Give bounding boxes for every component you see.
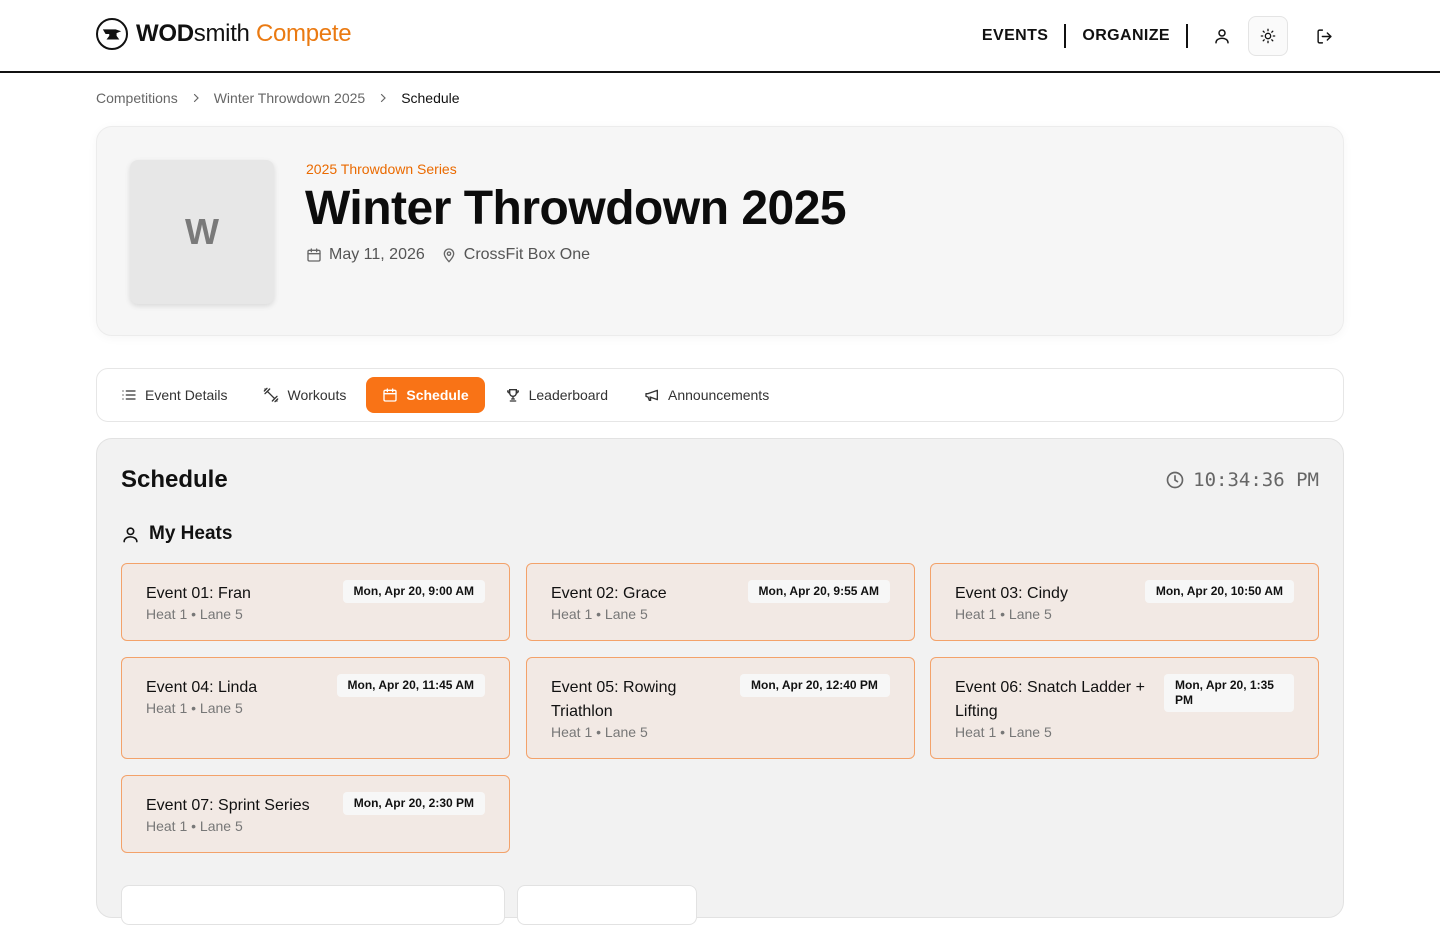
clock-text: 10:34:36 PM	[1193, 469, 1319, 491]
heat-time-badge: Mon, Apr 20, 9:55 AM	[747, 580, 890, 603]
tab-label: Event Details	[145, 387, 228, 403]
heat-lane-info: Heat 1 • Lane 5	[146, 700, 243, 716]
tab-workouts[interactable]: Workouts	[247, 377, 362, 413]
event-filter-select[interactable]	[517, 885, 697, 925]
breadcrumb: Competitions Winter Throwdown 2025 Sched…	[96, 90, 460, 106]
list-icon	[122, 390, 136, 400]
heat-time-badge: Mon, Apr 20, 9:00 AM	[342, 580, 485, 603]
chevron-right-icon	[381, 93, 387, 103]
tab-leaderboard[interactable]: Leaderboard	[489, 377, 624, 413]
breadcrumb-competitions[interactable]: Competitions	[96, 90, 178, 106]
tab-label: Schedule	[406, 387, 469, 403]
heat-card[interactable]: Event 07: Sprint Series Heat 1 • Lane 5 …	[121, 775, 510, 853]
heat-event-name: Event 07: Sprint Series	[146, 797, 310, 814]
heat-lane-info: Heat 1 • Lane 5	[146, 818, 243, 834]
tab-label: Announcements	[668, 387, 770, 403]
heat-time-badge: Mon, Apr 20, 11:45 AM	[336, 674, 485, 697]
chevron-right-icon	[193, 93, 199, 103]
tab-event-details[interactable]: Event Details	[105, 377, 243, 413]
heat-event-name: Event 06: Snatch Ladder + Lifting	[955, 679, 1145, 720]
heat-card[interactable]: Event 02: Grace Heat 1 • Lane 5 Mon, Apr…	[526, 563, 915, 641]
map-pin-icon	[443, 248, 455, 263]
megaphone-icon	[645, 389, 659, 401]
my-heats-heading: My Heats	[121, 523, 232, 545]
user-icon	[1215, 29, 1229, 44]
tab-label: Workouts	[287, 387, 347, 403]
current-time: 10:34:36 PM	[1165, 469, 1319, 491]
trophy-icon	[506, 389, 519, 402]
heat-lane-info: Heat 1 • Lane 5	[146, 606, 243, 622]
dumbbell-icon	[264, 387, 279, 403]
competition-header-card: W 2025 Throwdown Series Winter Throwdown…	[96, 126, 1344, 336]
heat-card[interactable]: Event 01: Fran Heat 1 • Lane 5 Mon, Apr …	[121, 563, 510, 641]
heat-lane-info: Heat 1 • Lane 5	[551, 606, 648, 622]
anvil-logo-icon	[96, 18, 128, 50]
schedule-panel: Schedule 10:34:36 PM My Heats Event 01: …	[96, 438, 1344, 925]
competition-meta: May 11, 2026 CrossFit Box One	[306, 246, 606, 264]
heat-lane-info: Heat 1 • Lane 5	[955, 606, 1052, 622]
heat-time-badge: Mon, Apr 20, 10:50 AM	[1144, 580, 1294, 603]
clock-icon	[1166, 471, 1184, 489]
my-heats-label: My Heats	[149, 523, 233, 544]
heat-event-name: Event 02: Grace	[551, 585, 667, 602]
tab-schedule[interactable]: Schedule	[366, 377, 485, 413]
tab-announcements[interactable]: Announcements	[628, 377, 785, 413]
nav-events-link[interactable]: EVENTS	[966, 27, 1064, 45]
nav-organize-link[interactable]: ORGANIZE	[1066, 27, 1186, 45]
heat-time-badge: Mon, Apr 20, 1:35 PM	[1164, 674, 1294, 712]
brand-name: WODsmith Compete	[136, 20, 352, 47]
logout-icon	[1316, 28, 1332, 44]
heat-card[interactable]: Event 03: Cindy Heat 1 • Lane 5 Mon, Apr…	[930, 563, 1319, 641]
heat-event-name: Event 05: Rowing Triathlon	[551, 679, 677, 720]
heat-search-input[interactable]	[121, 885, 505, 925]
competition-tabs: Event Details Workouts Schedule Leaderbo…	[96, 368, 1344, 422]
user-icon	[123, 526, 138, 542]
schedule-title: Schedule	[121, 466, 228, 493]
main-nav: EVENTS ORGANIZE	[966, 16, 1344, 56]
calendar-icon	[307, 248, 321, 262]
sun-icon	[1260, 28, 1276, 44]
heat-lane-info: Heat 1 • Lane 5	[551, 724, 648, 740]
nav-divider	[1186, 24, 1188, 48]
brand-home-link[interactable]: WODsmith Compete	[96, 18, 352, 50]
competition-avatar: W	[130, 160, 274, 304]
heat-card[interactable]: Event 06: Snatch Ladder + Lifting Heat 1…	[930, 657, 1319, 759]
heat-card[interactable]: Event 04: Linda Heat 1 • Lane 5 Mon, Apr…	[121, 657, 510, 759]
heat-event-name: Event 03: Cindy	[955, 585, 1068, 602]
competition-date: May 11, 2026	[329, 246, 425, 263]
profile-button[interactable]	[1202, 16, 1242, 56]
heat-time-badge: Mon, Apr 20, 2:30 PM	[342, 792, 485, 815]
series-link[interactable]: 2025 Throwdown Series	[306, 161, 457, 177]
logout-button[interactable]	[1304, 16, 1344, 56]
heat-event-name: Event 01: Fran	[146, 585, 251, 602]
heat-event-name: Event 04: Linda	[146, 679, 258, 696]
breadcrumb-competition[interactable]: Winter Throwdown 2025	[214, 90, 365, 106]
theme-toggle-button[interactable]	[1248, 16, 1288, 56]
breadcrumb-current: Schedule	[401, 90, 460, 106]
calendar-icon	[383, 388, 398, 402]
heat-lane-info: Heat 1 • Lane 5	[955, 724, 1052, 740]
competition-location: CrossFit Box One	[463, 246, 591, 263]
page-title: Winter Throwdown 2025	[305, 182, 847, 235]
heat-card[interactable]: Event 05: Rowing Triathlon Heat 1 • Lane…	[526, 657, 915, 759]
heat-time-badge: Mon, Apr 20, 12:40 PM	[740, 674, 890, 697]
top-navigation-bar: WODsmith Compete EVENTS ORGANIZE	[0, 0, 1440, 73]
tab-label: Leaderboard	[528, 387, 609, 403]
